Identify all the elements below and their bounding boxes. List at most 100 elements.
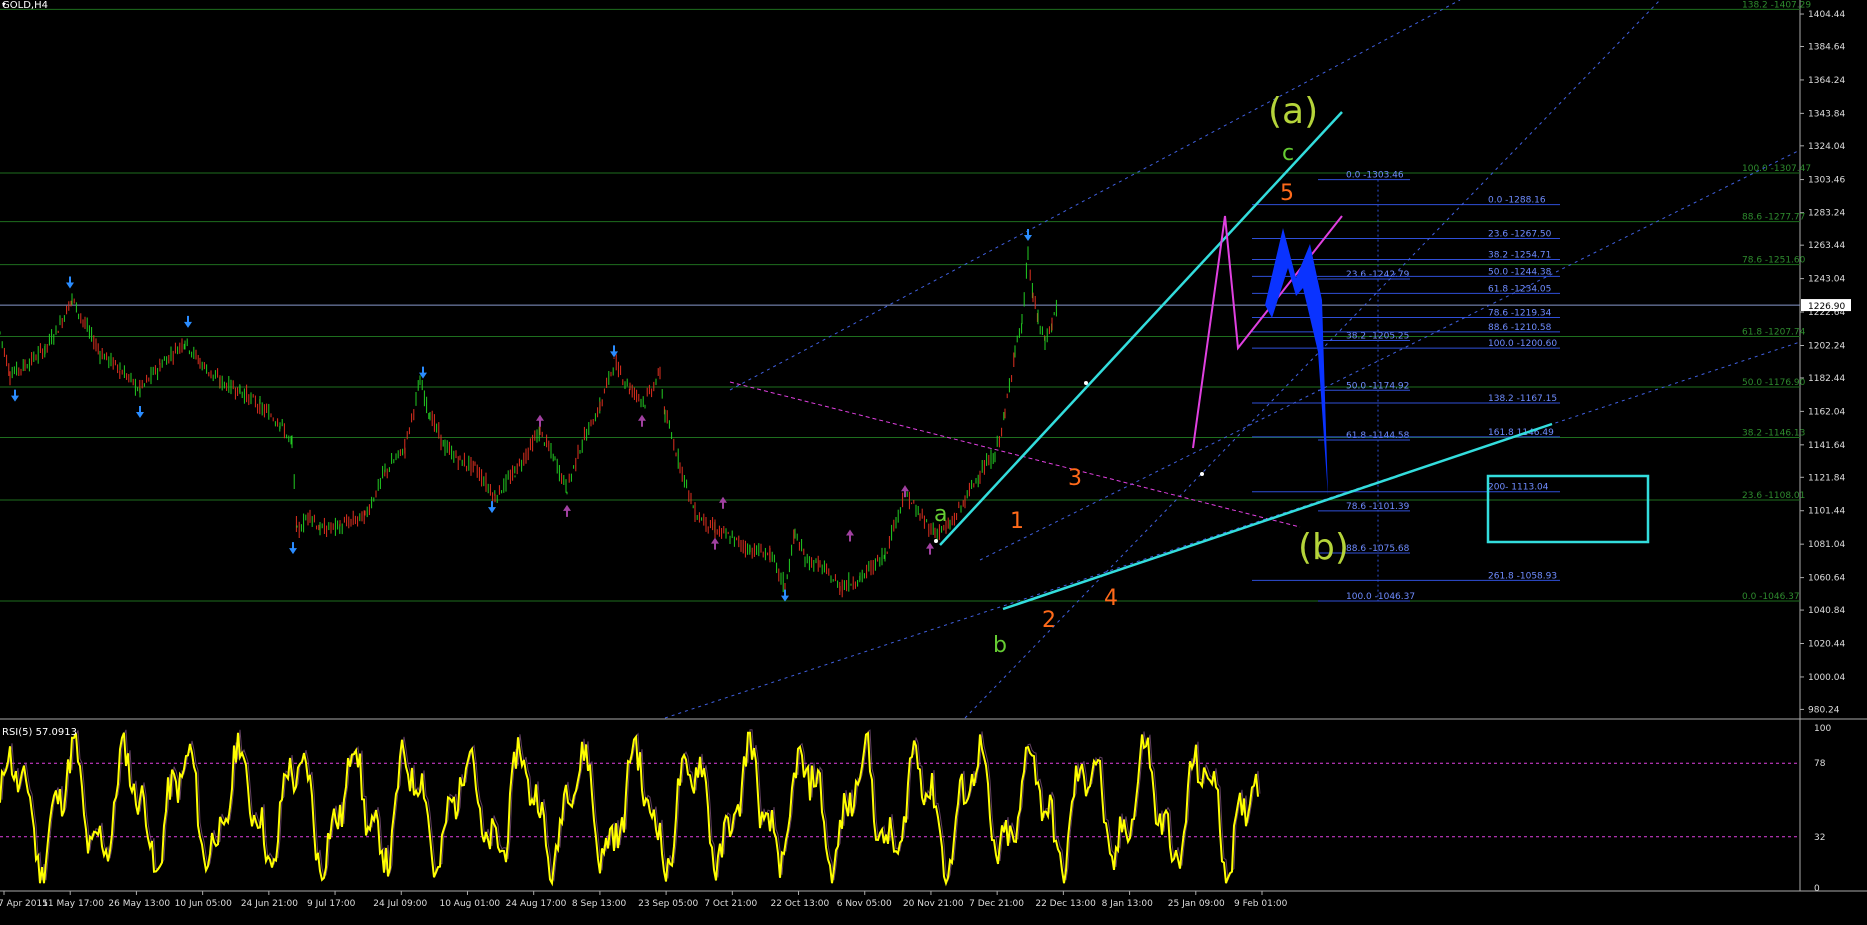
price-tick-label: 1162.04 (1808, 407, 1845, 417)
rsi-title: RSI(5) 57.0913 (2, 727, 77, 738)
fib-extension-label: 78.6 -1219.34 (1488, 308, 1552, 318)
time-tick-label: 8 Sep 13:00 (572, 899, 627, 909)
fib-extension-label: 261.8 -1058.93 (1488, 571, 1557, 581)
fractal-up-icon (610, 345, 618, 358)
time-tick-label: 11 May 17:00 (42, 899, 104, 909)
time-tick-label: 9 Feb 01:00 (1234, 899, 1288, 909)
fib-retracement-label: 23.6 -1242.79 (1346, 270, 1410, 280)
price-tick-label: 1404.44 (1808, 10, 1845, 20)
time-tick-label: 22 Dec 13:00 (1035, 899, 1096, 909)
channel-line-lower (664, 341, 1801, 719)
time-tick-label: 7 Oct 21:00 (704, 899, 757, 909)
green-fib-label: 38.2 -1146.13 (1742, 428, 1805, 438)
fib-extension-label: 100.0 -1200.60 (1488, 339, 1557, 349)
time-tick-label: 20 Nov 21:00 (903, 899, 964, 909)
time-tick-label: 24 Jun 21:00 (241, 899, 298, 909)
time-tick-label: 7 Apr 2015 (0, 899, 48, 909)
channel-point (934, 539, 938, 543)
fractal-up-icon (488, 501, 496, 514)
price-tick-label: 980.24 (1808, 705, 1840, 715)
price-chart[interactable]: 1404.44 1384.64 1364.24 1343.84 1324.04 1303.… (0, 0, 1867, 921)
price-tick-label: 1020.44 (1808, 640, 1845, 650)
green-fib-label: 0.0 -1046.37 (1742, 592, 1800, 602)
blue-projection (1265, 228, 1328, 496)
fib-extension-label: 88.6 -1210.58 (1488, 323, 1552, 333)
rsi-tick-label: 78 (1814, 759, 1826, 769)
time-tick-label: 10 Jun 05:00 (175, 899, 232, 909)
fib-extension-label: 50.0 -1244.38 (1488, 267, 1552, 277)
chart-window[interactable]: 1404.44 1384.64 1364.24 1343.84 1324.04 1303.… (0, 0, 1867, 921)
price-tick-label: 1081.04 (1808, 540, 1845, 550)
fib-extension-label: 138.2 -1167.15 (1488, 394, 1557, 404)
current-price-label: 1226.90 (1808, 302, 1845, 312)
price-tick-label: 1141.64 (1808, 441, 1845, 451)
channel-point (1084, 381, 1088, 385)
price-tick-label: 1283.24 (1808, 209, 1845, 219)
wave-label: 4 (1104, 586, 1118, 611)
green-fib-label: 78.6 -1251.60 (1742, 256, 1806, 266)
green-fib-label: 138.2 -1407.29 (1742, 0, 1811, 10)
fractal-up-icon (289, 542, 297, 555)
fractal-down-icon (711, 537, 719, 550)
fib-extension-label: 38.2 -1254.71 (1488, 250, 1551, 260)
fractal-up-icon (781, 589, 789, 602)
fractal-down-icon (926, 542, 934, 555)
price-tick-label: 1343.84 (1808, 109, 1845, 119)
channel-point (1200, 472, 1204, 476)
fib-extension-label: 23.6 -1267.50 (1488, 230, 1552, 240)
fractal-down-icon (719, 496, 727, 509)
price-tick-label: 1324.04 (1808, 142, 1845, 152)
time-tick-label: 6 Nov 05:00 (837, 899, 892, 909)
fractal-up-icon (66, 276, 74, 289)
time-tick-label: 7 Dec 21:00 (969, 899, 1024, 909)
wave-label: a (934, 502, 947, 527)
green-fib-label: 61.8 -1207.74 (1742, 327, 1806, 337)
green-fib-label: 50.0 -1176.90 (1742, 378, 1806, 388)
price-tick-label: 1243.04 (1808, 275, 1845, 285)
time-tick-label: 24 Aug 17:00 (506, 899, 567, 909)
time-tick-label: 25 Jan 09:00 (1168, 899, 1225, 909)
price-tick-label: 1364.24 (1808, 76, 1845, 86)
price-tick-label: 1060.64 (1808, 574, 1845, 584)
price-tick-label: 1303.46 (1808, 176, 1845, 186)
fractal-up-icon (11, 389, 19, 402)
green-fib-label: 100.0 -1307.47 (1742, 164, 1811, 174)
fractal-down-icon (563, 504, 571, 517)
symbol-title: GOLD,H4 (2, 0, 48, 11)
time-tick-label: 26 May 13:00 (108, 899, 170, 909)
wave-label: 2 (1042, 608, 1056, 633)
magenta-trend-line (729, 381, 1301, 528)
cyan-wave-line-upper (939, 111, 1343, 546)
time-tick-label: 8 Jan 13:00 (1102, 899, 1154, 909)
rsi-tick-label: 0 (1814, 884, 1820, 894)
price-tick-label: 1263.44 (1808, 241, 1845, 251)
fib-extension-label: 200- 1113.04 (1488, 483, 1549, 493)
fractal-down-icon (536, 414, 544, 427)
wave-label: b (993, 633, 1007, 658)
price-tick-label: 1000.04 (1808, 673, 1845, 683)
fractal-down-icon (638, 414, 646, 427)
fib-retracement-label: 78.6 -1101.39 (1346, 502, 1410, 512)
price-tick-label: 1121.84 (1808, 473, 1845, 483)
fractal-up-icon (184, 315, 192, 328)
green-fib-label: 23.6 -1108.01 (1742, 491, 1805, 501)
fractal-up-icon (136, 406, 144, 419)
fractal-up-icon (1024, 228, 1032, 241)
cyan-wave-line-lower (1002, 422, 1553, 611)
time-tick-label: 22 Oct 13:00 (771, 899, 830, 909)
fractal-down-icon (846, 529, 854, 542)
fib-retracement-label: 0.0 -1303.46 (1346, 171, 1404, 181)
wave-label: 5 (1280, 181, 1294, 206)
fib-retracement-label: 100.0 -1046.37 (1346, 592, 1415, 602)
wave-label: (b) (1298, 527, 1349, 568)
fib-extension-label: 161.8 1146.49 (1488, 428, 1554, 438)
wave-label: 3 (1068, 466, 1082, 491)
time-tick-label: 24 Jul 09:00 (373, 899, 427, 909)
wave-label: 1 (1010, 509, 1024, 534)
fib-retracement-label: 61.8 -1144.58 (1346, 431, 1410, 441)
time-tick-label: 9 Jul 17:00 (307, 899, 356, 909)
price-tick-label: 1101.44 (1808, 507, 1845, 517)
fib-retracement-label: 88.6 -1075.68 (1346, 544, 1410, 554)
time-tick-label: 10 Aug 01:00 (439, 899, 500, 909)
rsi-tick-label: 100 (1814, 724, 1831, 734)
